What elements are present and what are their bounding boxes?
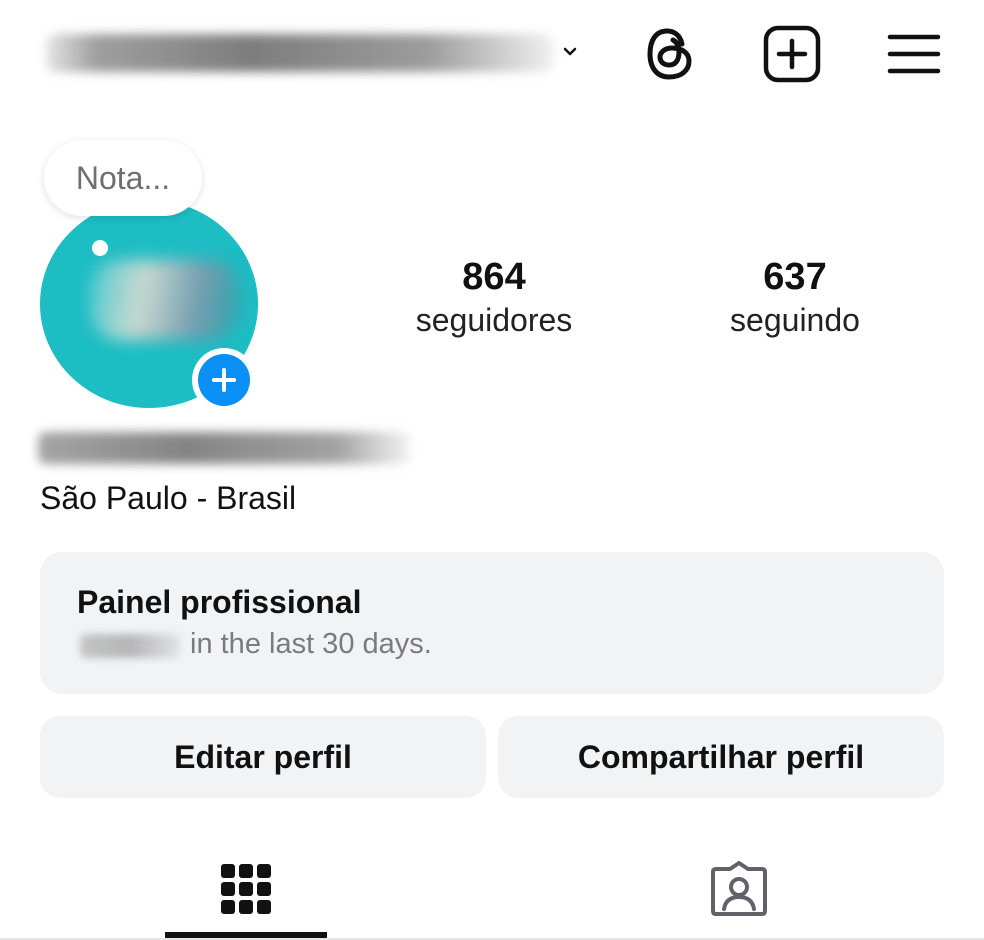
followers-stat[interactable]: 864 seguidores	[394, 256, 594, 340]
note-placeholder: Nota...	[75, 159, 171, 196]
dashboard-metric-redacted	[80, 634, 180, 658]
threads-button[interactable]	[640, 24, 700, 84]
following-label: seguindo	[730, 302, 860, 338]
edit-profile-button[interactable]: Editar perfil	[40, 716, 486, 798]
plus-icon	[198, 354, 250, 406]
new-post-button[interactable]	[760, 24, 824, 84]
note-bubble-tail	[92, 240, 108, 256]
professional-dashboard[interactable]: Painel profissional in the last 30 days.	[40, 552, 944, 694]
tagged-icon	[711, 861, 767, 916]
followers-label: seguidores	[415, 302, 573, 338]
profile-avatar-container[interactable]	[40, 200, 258, 412]
share-profile-button[interactable]: Compartilhar perfil	[498, 716, 944, 798]
dashboard-title: Painel profissional	[77, 584, 362, 620]
followers-count: 864	[462, 256, 526, 298]
edit-profile-label: Editar perfil	[174, 738, 352, 775]
share-profile-label: Compartilhar perfil	[577, 738, 865, 775]
following-count: 637	[763, 256, 827, 298]
tab-posts-grid[interactable]	[165, 838, 327, 940]
avatar-image-redacted	[90, 260, 240, 340]
username-redacted[interactable]	[46, 34, 554, 72]
note-bubble[interactable]: Nota...	[44, 140, 202, 216]
tab-tagged[interactable]	[658, 838, 820, 940]
threads-icon	[647, 28, 692, 80]
chevron-down-icon[interactable]	[560, 42, 580, 62]
plus-square-icon	[763, 25, 821, 83]
profile-tabs	[0, 838, 984, 940]
top-bar	[0, 0, 984, 110]
following-stat[interactable]: 637 seguindo	[700, 256, 890, 340]
profile-name-redacted	[38, 432, 410, 464]
profile-location: São Paulo - Brasil	[40, 480, 297, 516]
menu-button[interactable]	[882, 24, 946, 84]
add-story-button[interactable]	[192, 348, 256, 412]
dashboard-subtitle: in the last 30 days.	[190, 628, 432, 660]
menu-icon	[887, 34, 941, 74]
grid-icon	[221, 864, 271, 914]
